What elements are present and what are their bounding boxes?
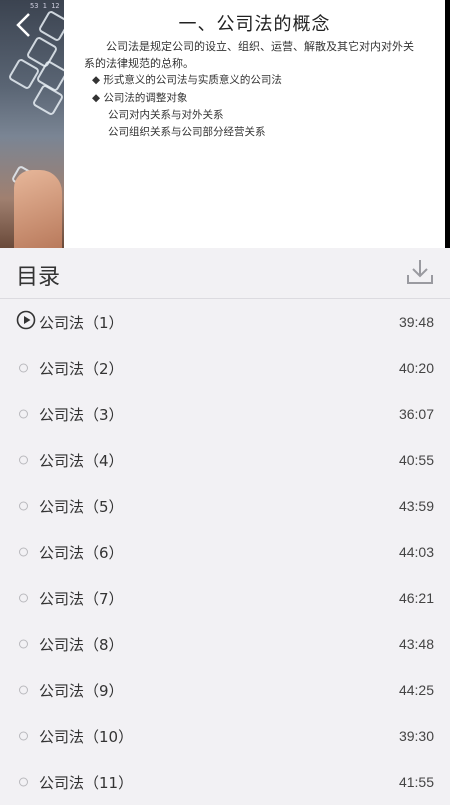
episode-title: 公司法（10）	[39, 727, 134, 746]
episode-row[interactable]: 公司法（4） 40:55	[0, 437, 450, 483]
circle-icon	[16, 685, 28, 695]
catalog-title: 目录	[16, 265, 61, 290]
play-circle-icon	[16, 310, 36, 334]
episode-title: 公司法（1）	[39, 313, 124, 332]
slide-bullet: ◆ 公司法的调整对象	[92, 92, 188, 104]
slide-bullet: ◆ 形式意义的公司法与实质意义的公司法	[92, 74, 282, 86]
circle-icon	[16, 593, 28, 603]
episode-row[interactable]: 公司法（7） 46:21	[0, 575, 450, 621]
episode-row[interactable]: 公司法（5） 43:59	[0, 483, 450, 529]
episode-title: 公司法（4）	[39, 451, 124, 470]
episode-duration: 44:03	[398, 544, 434, 560]
back-button[interactable]	[6, 8, 40, 42]
episode-title: 公司法（9）	[39, 681, 124, 700]
circle-icon	[16, 501, 28, 511]
episode-duration: 39:30	[398, 728, 434, 744]
slide-paragraph: 公司法是规定公司的设立、组织、运营、解散及其它对内对外关 系的法律规范的总称。	[84, 40, 414, 70]
episode-title: 公司法（7）	[39, 589, 124, 608]
episode-duration: 36:07	[398, 406, 434, 422]
episode-row[interactable]: 公司法（6） 44:03	[0, 529, 450, 575]
episode-title: 公司法（2）	[39, 359, 124, 378]
episode-title: 公司法（5）	[39, 497, 124, 516]
episode-title: 公司法（11）	[39, 773, 134, 792]
download-button[interactable]	[404, 255, 436, 289]
episode-duration: 43:48	[398, 636, 434, 652]
episode-list: 公司法（1） 39:48 公司法（2） 40:20 公司法（3） 36:07 公司法（4） 4…	[0, 299, 450, 805]
episode-row[interactable]: 公司法（2） 40:20	[0, 345, 450, 391]
slide-title: 一、公司法的概念	[178, 14, 331, 35]
slide-sub-item: 公司组织关系与公司部分经营关系	[108, 126, 266, 138]
catalog-header: 目录	[0, 248, 450, 299]
slide-sub-item: 公司对内关系与对外关系	[108, 109, 224, 121]
episode-row[interactable]: 公司法（1） 39:48	[0, 299, 450, 345]
circle-icon	[16, 409, 28, 419]
circle-icon	[16, 455, 28, 465]
circle-icon	[16, 363, 28, 373]
episode-duration: 43:59	[398, 498, 434, 514]
circle-icon	[16, 547, 28, 557]
episode-title: 公司法（6）	[39, 543, 124, 562]
episode-duration: 40:55	[398, 452, 434, 468]
episode-duration: 46:21	[398, 590, 434, 606]
episode-duration: 40:20	[398, 360, 434, 376]
chevron-left-icon	[16, 13, 30, 37]
circle-icon	[16, 639, 28, 649]
episode-row[interactable]: 公司法（10） 39:30	[0, 713, 450, 759]
episode-duration: 39:48	[398, 314, 434, 330]
episode-title: 公司法（8）	[39, 635, 124, 654]
episode-row[interactable]: 公司法（9） 44:25	[0, 667, 450, 713]
episode-duration: 44:25	[398, 682, 434, 698]
episode-row[interactable]: 公司法（8） 43:48	[0, 621, 450, 667]
episode-title: 公司法（3）	[39, 405, 124, 424]
episode-row[interactable]: 公司法（11） 41:55	[0, 759, 450, 805]
circle-icon	[16, 777, 28, 787]
episode-row[interactable]: 公司法（3） 36:07	[0, 391, 450, 437]
circle-icon	[16, 731, 28, 741]
video-player[interactable]: 53 1 12 一、公司法的概念 公司法是规定公司的设立、组织、运营、解散及其它…	[0, 0, 450, 248]
slide-content: 一、公司法的概念 公司法是规定公司的设立、组织、运营、解散及其它对内对外关 系的…	[64, 0, 445, 248]
download-icon	[407, 260, 433, 284]
episode-duration: 41:55	[398, 774, 434, 790]
